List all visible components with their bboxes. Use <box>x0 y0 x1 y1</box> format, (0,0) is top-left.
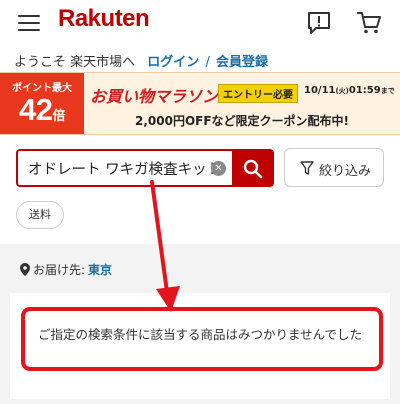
annotation-arrow <box>150 180 180 312</box>
